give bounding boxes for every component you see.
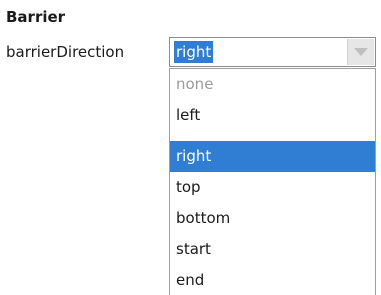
option-right[interactable]: right <box>170 141 375 172</box>
dropdown-arrow-button[interactable] <box>347 39 374 65</box>
properties-panel: Barrier barrierDirection right none left… <box>0 0 381 295</box>
property-label: barrierDirection <box>6 43 125 61</box>
barrier-direction-combobox[interactable]: right <box>169 37 376 67</box>
section-title: Barrier <box>6 8 66 26</box>
option-top[interactable]: top <box>170 172 375 203</box>
option-end[interactable]: end <box>170 265 375 295</box>
option-bottom[interactable]: bottom <box>170 203 375 234</box>
option-left[interactable]: left <box>170 100 375 131</box>
option-none: none <box>176 75 214 93</box>
chevron-down-icon <box>354 48 368 56</box>
option-start[interactable]: start <box>170 234 375 265</box>
combobox-value[interactable]: right <box>174 41 214 63</box>
dropdown-list[interactable]: none left right top bottom start end <box>169 68 376 295</box>
